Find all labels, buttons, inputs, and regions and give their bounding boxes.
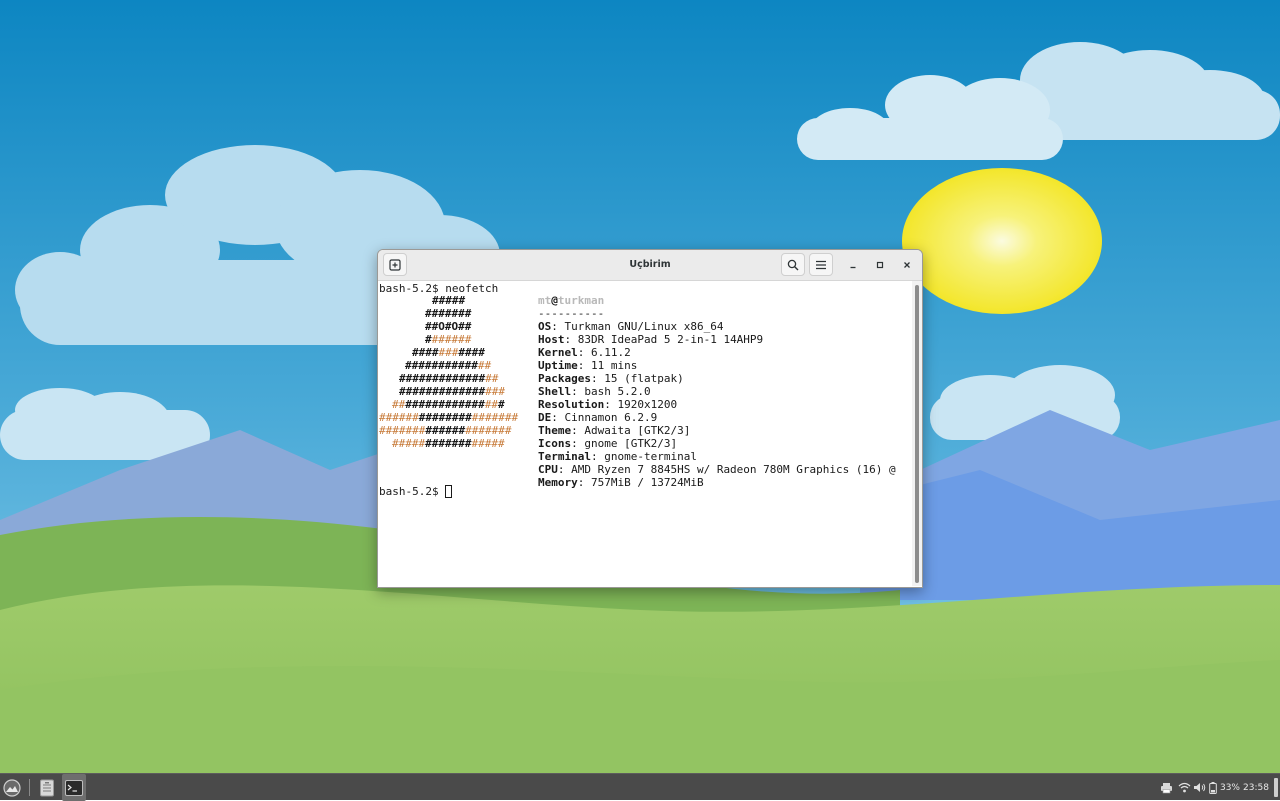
info-row: Memory: 757MiB / 13724MiB: [538, 476, 704, 489]
battery-icon: [1209, 781, 1217, 794]
scrollbar-thumb[interactable]: [915, 285, 919, 583]
file-cabinet-icon: [40, 779, 54, 796]
new-tab-button[interactable]: [383, 253, 407, 276]
taskbar-panel: 33% 23:58: [0, 773, 1280, 801]
minimize-icon: [850, 266, 856, 269]
maximize-icon: [876, 261, 884, 269]
info-row: Terminal: gnome-terminal: [538, 450, 697, 463]
wifi-icon: [1178, 782, 1190, 793]
battery-tray-button[interactable]: [1207, 774, 1219, 801]
volume-tray-button[interactable]: [1191, 774, 1207, 801]
info-row: OS: Turkman GNU/Linux x86_64: [538, 320, 724, 333]
maximize-button[interactable]: [870, 255, 890, 275]
scrollbar[interactable]: [912, 281, 922, 586]
info-row: Shell: bash 5.2.0: [538, 385, 651, 398]
info-row: Theme: Adwaita [GTK2/3]: [538, 424, 691, 437]
taskbar-terminal-window[interactable]: [62, 774, 86, 801]
info-row: Uptime: 11 mins: [538, 359, 638, 372]
printer-tray-button[interactable]: [1158, 774, 1174, 801]
info-row: DE: Cinnamon 6.2.9: [538, 411, 658, 424]
info-row: Icons: gnome [GTK2/3]: [538, 437, 678, 450]
close-button[interactable]: [897, 255, 917, 275]
distro-menu-icon: [3, 778, 21, 797]
new-tab-icon: [389, 258, 401, 271]
battery-percentage: 33%: [1219, 782, 1240, 793]
menu-button[interactable]: [809, 253, 833, 276]
network-tray-button[interactable]: [1176, 774, 1192, 801]
search-button[interactable]: [781, 253, 805, 276]
hamburger-menu-icon: [816, 260, 826, 269]
info-separator: ----------: [538, 307, 605, 320]
show-desktop-button[interactable]: [1272, 774, 1280, 801]
window-title: Uçbirim: [629, 259, 671, 270]
info-row: Packages: 15 (flatpak): [538, 372, 684, 385]
info-row: CPU: AMD Ryzen 7 8845HS w/ Radeon 780M G…: [538, 463, 896, 476]
terminal-window[interactable]: Uçbirim bash-5.2$ neofetch ##### #######…: [377, 249, 923, 588]
info-row: Resolution: 1920x1200: [538, 398, 678, 411]
file-manager-launcher[interactable]: [36, 774, 58, 801]
printer-icon: [1160, 782, 1172, 793]
menu-launcher-button[interactable]: [1, 774, 23, 801]
panel-separator: [28, 774, 30, 801]
text-cursor: [445, 485, 452, 498]
terminal-output[interactable]: bash-5.2$ neofetch ##### ####### ##O#O##…: [378, 281, 912, 586]
close-icon: [904, 262, 910, 268]
shell-prompt: bash-5.2$: [379, 485, 446, 498]
minimize-button[interactable]: [843, 255, 863, 275]
clock[interactable]: 23:58: [1242, 774, 1270, 801]
terminal-icon: [65, 779, 83, 796]
user-host-line: mt@turkman: [538, 294, 605, 307]
info-row: Kernel: 6.11.2: [538, 346, 631, 359]
info-row: Host: 83DR IdeaPad 5 2-in-1 14AHP9: [538, 333, 764, 346]
window-titlebar[interactable]: Uçbirim: [378, 250, 922, 281]
speaker-icon: [1193, 783, 1205, 792]
search-icon: [787, 259, 799, 270]
